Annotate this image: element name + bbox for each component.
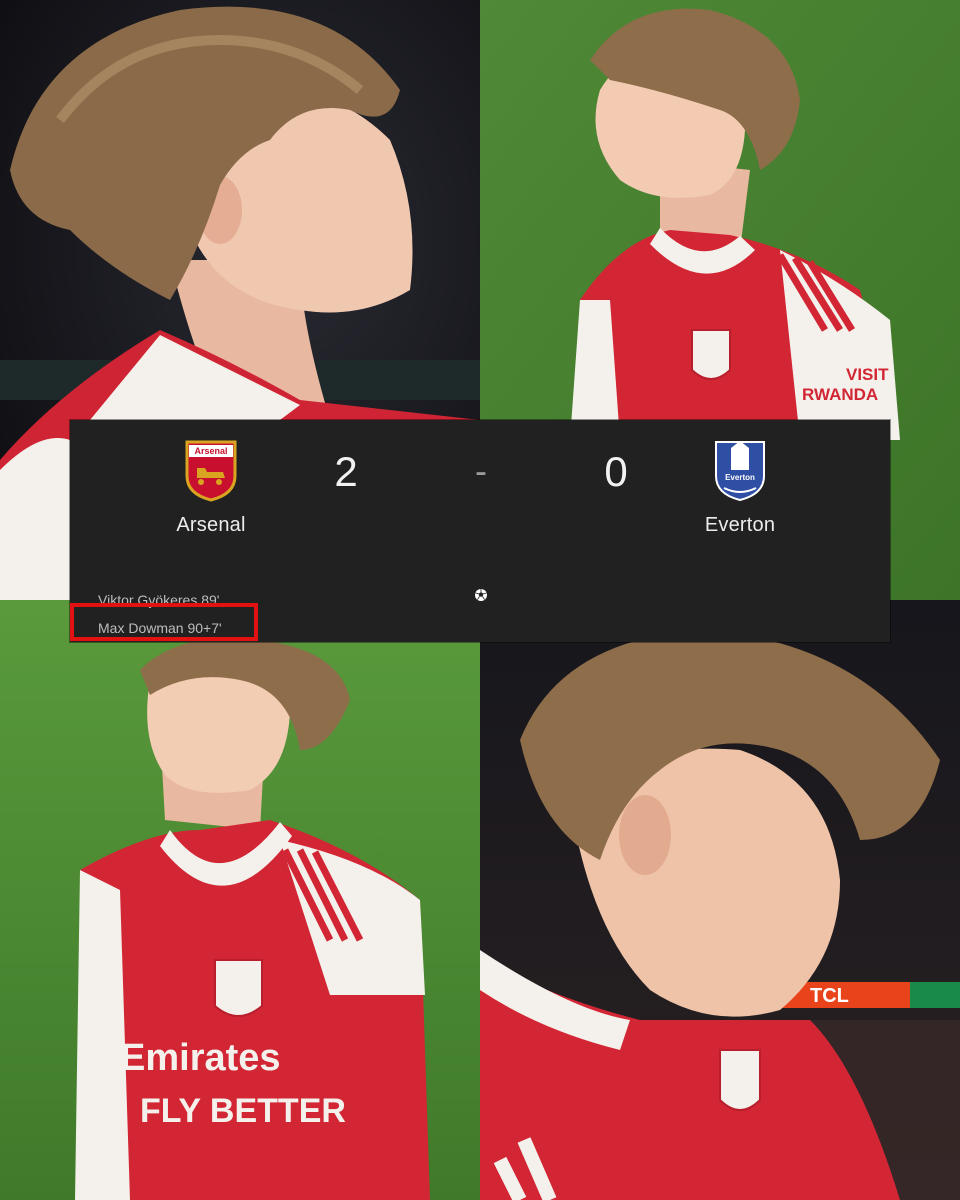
player-closeup-down-image: TCL bbox=[480, 600, 960, 1200]
away-team[interactable]: Everton Everton bbox=[660, 438, 820, 537]
stadium-board-text: TCL bbox=[810, 985, 849, 1007]
sleeve-sponsor-text-3: VISIT bbox=[340, 1015, 380, 1032]
sleeve-sponsor-text: VISIT bbox=[846, 365, 889, 384]
arsenal-crest-icon: Arsenal bbox=[185, 440, 237, 502]
shirt-sponsor-text: Emirates bbox=[120, 1037, 281, 1079]
away-team-name: Everton bbox=[704, 514, 776, 536]
arsenal-crest-text: Arsenal bbox=[194, 446, 227, 456]
football-icon bbox=[475, 589, 487, 601]
photo-bottom-right: TCL bbox=[480, 600, 960, 1200]
home-team-name: Arsenal bbox=[176, 514, 246, 536]
sleeve-sponsor-text-2: RWANDA bbox=[802, 385, 878, 404]
home-team[interactable]: Arsenal Arsenal bbox=[131, 438, 291, 537]
sleeve-sponsor-text-4: RWANDA bbox=[326, 1035, 398, 1052]
player-torso-image: Emirates FLY BETTER VISIT RWANDA bbox=[0, 600, 480, 1200]
everton-crest-icon: Everton bbox=[715, 441, 765, 502]
everton-crest-text: Everton bbox=[725, 473, 755, 482]
away-score: 0 bbox=[604, 448, 628, 495]
scorer-highlight-box bbox=[70, 603, 258, 641]
photo-bottom-left: Emirates FLY BETTER VISIT RWANDA bbox=[0, 600, 480, 1200]
home-score: 2 bbox=[334, 448, 358, 495]
shirt-sponsor-tagline: FLY BETTER bbox=[140, 1092, 346, 1130]
score-separator: - bbox=[475, 450, 487, 491]
